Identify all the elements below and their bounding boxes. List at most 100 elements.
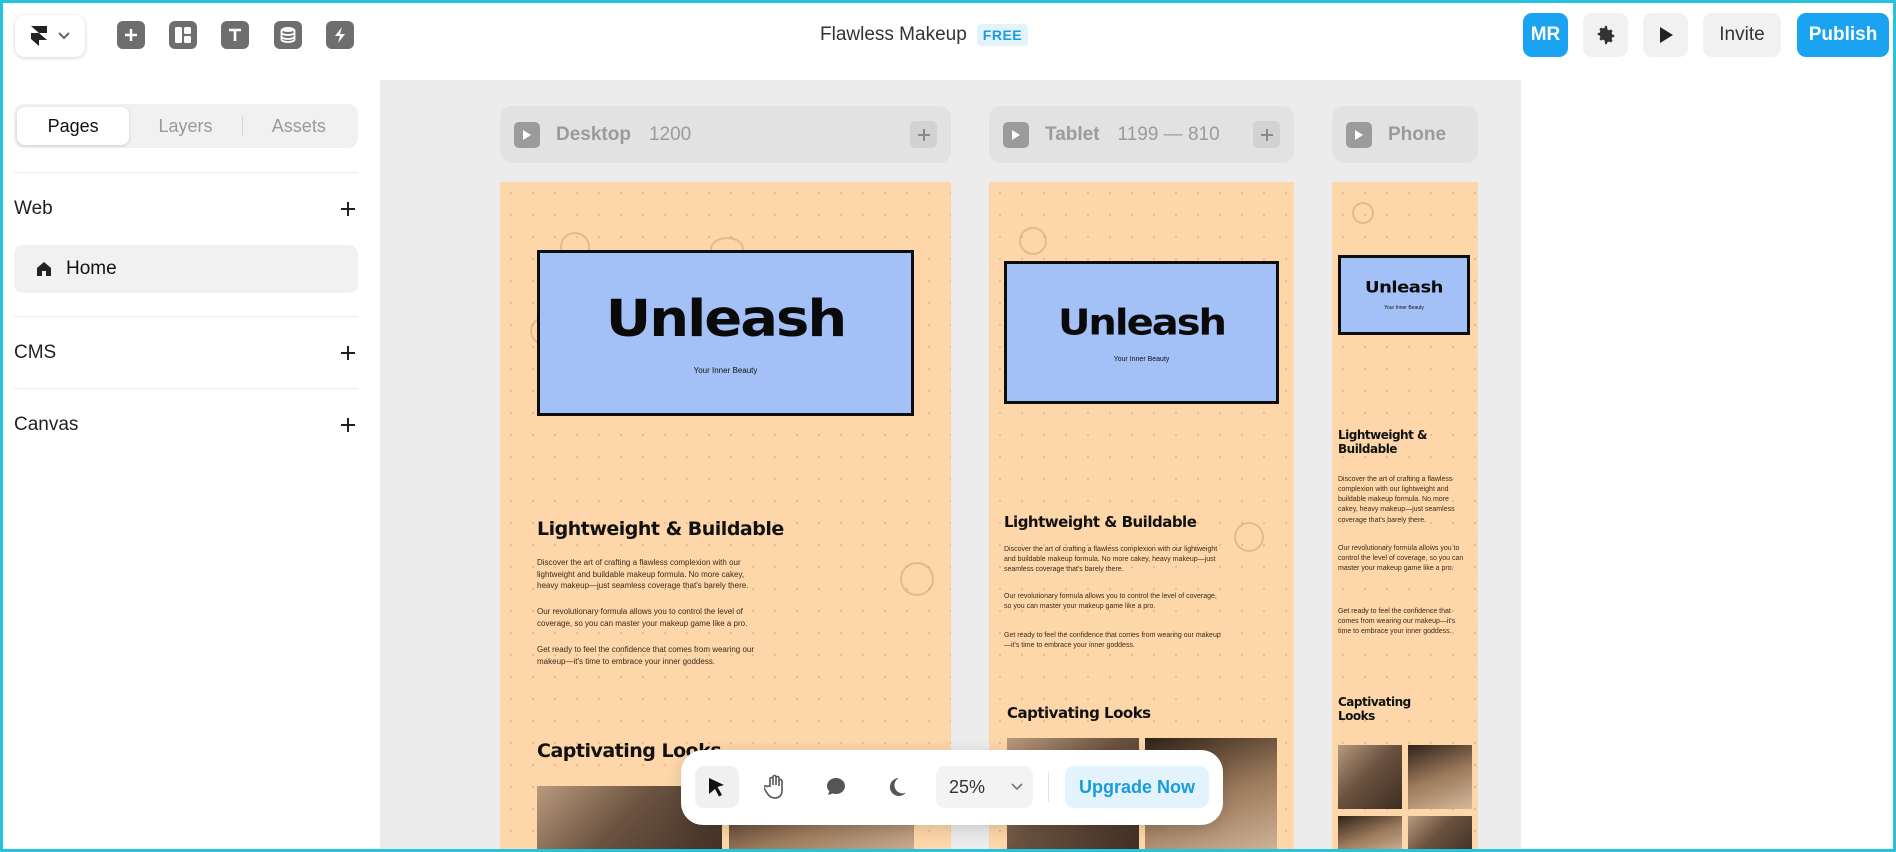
sidebar-item-home[interactable]: Home [14, 245, 358, 293]
hero-banner: Unleash Your Inner Beauty [537, 250, 914, 416]
preview-tablet-button[interactable] [1003, 121, 1029, 148]
section-title: Lightweight & Buildable [1338, 428, 1427, 456]
divider [14, 172, 358, 173]
section-web-label: Web [14, 198, 53, 219]
hero-banner: Unleash Your Inner Beauty [1338, 255, 1470, 335]
plan-badge: FREE [976, 24, 1029, 46]
home-icon [37, 262, 51, 276]
divider [14, 388, 358, 389]
text-icon [229, 28, 241, 41]
right-panel [1521, 80, 1896, 852]
tab-layers[interactable]: Layers [129, 107, 241, 145]
sidebar-tabs: Pages Layers Assets [14, 104, 358, 148]
cms-button[interactable] [274, 21, 302, 49]
section-paragraph: Get ready to feel the confidence that co… [1338, 608, 1456, 636]
hand-tool-button[interactable] [754, 766, 798, 808]
breakpoint-header-tablet[interactable]: Tablet 1199 — 810 [989, 106, 1294, 163]
hero-subtitle: Your Inner Beauty [1384, 305, 1424, 311]
zoom-select[interactable]: 25% [936, 766, 1033, 808]
preview-phone-button[interactable] [1346, 121, 1372, 148]
add-breakpoint-button[interactable] [910, 121, 937, 148]
preview-desktop-button[interactable] [514, 121, 540, 148]
section-cms-label: CMS [14, 342, 57, 363]
cms-icon [280, 27, 296, 43]
settings-button[interactable] [1583, 13, 1628, 57]
dark-mode-toggle[interactable] [875, 766, 919, 808]
left-sidebar [0, 80, 380, 852]
breakpoint-size: 1200 [648, 123, 692, 145]
dark-mode-icon [889, 777, 906, 796]
interactions-icon [335, 27, 345, 43]
cursor-icon [709, 778, 724, 797]
gallery-photo [1408, 816, 1472, 852]
publish-button[interactable]: Publish [1797, 13, 1889, 57]
invite-button[interactable]: Invite [1703, 13, 1781, 57]
play-icon [1355, 129, 1363, 140]
breakpoint-name: Desktop [556, 123, 631, 145]
breakpoint-size: 1199 — 810 [1117, 123, 1220, 145]
gallery-photo [1408, 745, 1472, 809]
preview-button[interactable] [1643, 13, 1688, 57]
hand-icon [764, 774, 783, 799]
section-canvas-label: Canvas [14, 414, 79, 435]
play-icon [1659, 27, 1673, 43]
section-paragraph: Discover the art of crafting a flawless … [1004, 546, 1218, 574]
artboard-phone[interactable]: Unleash Your Inner Beauty Lightweight & … [1332, 182, 1478, 852]
top-bar: Flawless Makeup FREE MR Invite Publish [0, 0, 1896, 80]
hero-banner: Unleash Your Inner Beauty [1004, 261, 1279, 404]
comment-icon [827, 778, 845, 795]
layout-button[interactable] [169, 21, 197, 49]
section-title: Lightweight & Buildable [537, 518, 784, 540]
chevron-down-icon [1011, 783, 1023, 791]
plus-icon [917, 128, 930, 141]
tab-pages[interactable]: Pages [17, 107, 130, 145]
gear-icon [1597, 25, 1614, 45]
doodle-decoration [1234, 522, 1264, 552]
user-avatar[interactable]: MR [1523, 13, 1568, 57]
insert-button[interactable] [117, 21, 145, 49]
insert-icon [125, 29, 137, 41]
section-title: Captivating Looks [1338, 695, 1411, 723]
select-tool-button[interactable] [695, 766, 739, 808]
zoom-value: 25% [949, 776, 986, 797]
upgrade-button[interactable]: Upgrade Now [1065, 766, 1209, 808]
doodle-decoration [1019, 227, 1047, 255]
section-paragraph: Our revolutionary formula allows you to … [1338, 545, 1464, 573]
hero-subtitle: Your Inner Beauty [693, 365, 758, 375]
breakpoint-header-phone[interactable]: Phone [1332, 106, 1478, 163]
breakpoint-header-desktop[interactable]: Desktop 1200 [500, 106, 951, 163]
section-paragraph: Discover the art of crafting a flawless … [537, 558, 749, 591]
play-icon [523, 129, 531, 140]
hero-subtitle: Your Inner Beauty [1113, 355, 1170, 363]
add-cms-collection-icon[interactable] [338, 343, 358, 363]
toolbar-divider [1048, 772, 1049, 802]
main-menu-button[interactable] [15, 15, 85, 57]
hero-title: Unleash [605, 289, 848, 349]
divider [14, 316, 358, 317]
add-canvas-icon[interactable] [338, 415, 358, 435]
text-button[interactable] [221, 21, 249, 49]
hero-title: Unleash [1365, 278, 1443, 297]
framer-logo-icon [31, 26, 47, 46]
section-title: Captivating Looks [1007, 704, 1151, 722]
section-title: Lightweight & Buildable [1004, 513, 1197, 531]
comment-tool-button[interactable] [814, 766, 858, 808]
interactions-button[interactable] [326, 21, 354, 49]
project-title[interactable]: Flawless Makeup [820, 24, 967, 46]
breakpoint-name: Tablet [1045, 123, 1100, 145]
plus-icon [1260, 128, 1273, 141]
gallery-photo [1338, 745, 1402, 809]
add-breakpoint-button[interactable] [1253, 121, 1280, 148]
floating-toolbar: 25% Upgrade Now [681, 750, 1223, 825]
section-paragraph: Discover the art of crafting a flawless … [1338, 476, 1455, 524]
project-title-group[interactable]: Flawless Makeup FREE [820, 20, 1029, 50]
gallery-photo [1338, 816, 1402, 852]
section-paragraph: Our revolutionary formula allows you to … [537, 607, 748, 628]
chevron-down-icon [58, 32, 70, 40]
tab-assets[interactable]: Assets [243, 107, 355, 145]
add-web-page-icon[interactable] [338, 199, 358, 219]
section-paragraph: Get ready to feel the confidence that co… [1004, 632, 1221, 650]
breakpoint-name: Phone [1388, 123, 1447, 145]
play-icon [1012, 129, 1020, 140]
sidebar-item-label: Home [66, 258, 117, 279]
